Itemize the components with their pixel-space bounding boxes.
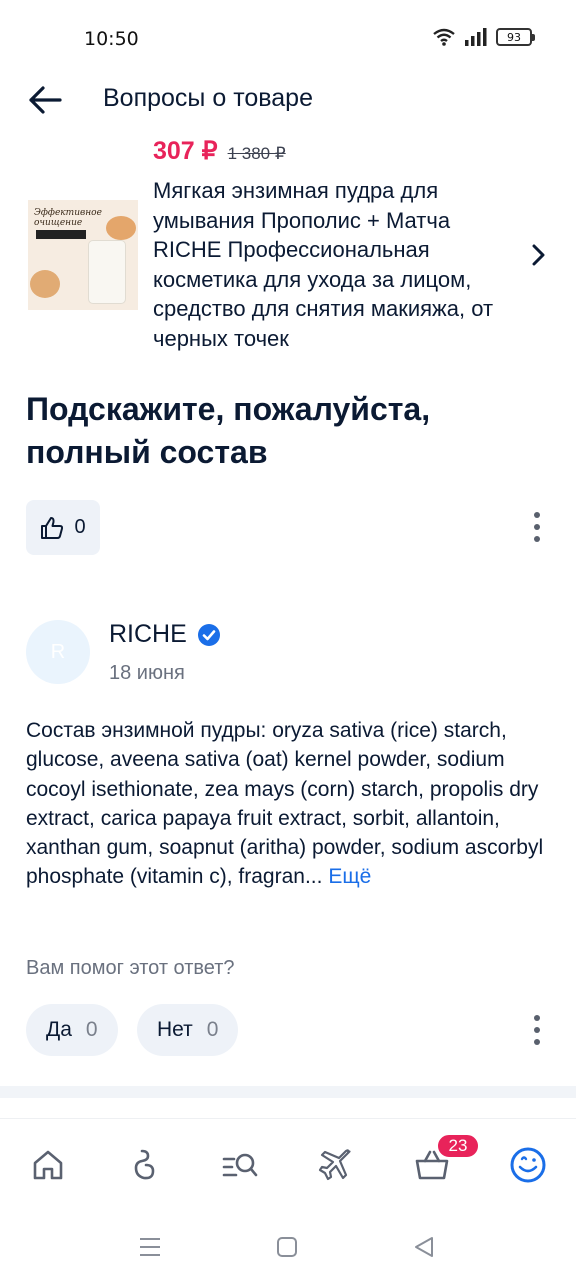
back-button[interactable]	[26, 84, 64, 116]
battery-level: 93	[507, 30, 521, 44]
vote-yes-label: Да	[46, 1018, 72, 1041]
nav-brand[interactable]	[122, 1143, 166, 1187]
product-arrow[interactable]	[528, 243, 548, 267]
vote-no-label: Нет	[157, 1018, 193, 1041]
verified-check-icon	[197, 623, 220, 646]
question-more-button[interactable]	[525, 507, 549, 547]
chevron-right-icon	[532, 244, 545, 266]
avatar: R	[26, 620, 90, 684]
answer-author: RICHE	[109, 620, 221, 649]
dot	[534, 1027, 540, 1033]
show-more-link[interactable]: Ещё	[328, 865, 371, 888]
nav-catalog[interactable]	[218, 1143, 262, 1187]
profile-icon	[510, 1147, 546, 1183]
status-time: 10:50	[84, 28, 139, 50]
like-count: 0	[74, 516, 86, 538]
dot	[534, 1039, 540, 1045]
menu-icon	[140, 1238, 160, 1256]
helpful-question: Вам помог этот ответ?	[26, 957, 235, 979]
price-current: 307 ₽	[153, 137, 218, 165]
answer-text: Состав энзимной пудры: oryza sativa (ric…	[26, 716, 550, 892]
dot	[534, 524, 540, 530]
cart-badge: 23	[436, 1133, 480, 1159]
price-old: 1 380 ₽	[227, 144, 286, 163]
signal-icon	[465, 28, 487, 46]
section-divider	[0, 1086, 576, 1098]
wifi-icon	[433, 28, 455, 46]
question-like-button[interactable]: 0	[26, 500, 100, 555]
product-image-tag	[36, 230, 86, 239]
product-card[interactable]: 307 ₽ 1 380 ₽ Эффективное очищение Мягка…	[0, 136, 576, 361]
vote-yes-button[interactable]: Да 0	[26, 1004, 118, 1056]
system-nav	[0, 1218, 576, 1280]
system-back-button[interactable]	[411, 1234, 437, 1260]
answer-more-button[interactable]	[525, 1010, 549, 1050]
answer-date: 18 июня	[109, 662, 185, 684]
nav-home[interactable]	[26, 1143, 70, 1187]
thumbs-up-icon	[41, 516, 64, 539]
nav-profile[interactable]	[506, 1143, 550, 1187]
status-icons: 93	[432, 28, 535, 46]
home-icon	[33, 1150, 63, 1180]
status-bar: 10:50 93	[0, 0, 576, 78]
bottom-nav: 23	[0, 1118, 576, 1218]
brand-icon	[134, 1149, 155, 1180]
product-image-jar	[88, 240, 126, 304]
vote-no-button[interactable]: Нет 0	[137, 1004, 239, 1056]
question-title: Подскажите, пожалуйста, полный состав	[26, 391, 431, 470]
vote-yes-count: 0	[85, 1018, 98, 1041]
product-image-text: Эффективное очищение	[34, 208, 102, 228]
image-orange-decor-2	[30, 270, 60, 298]
home-square-icon	[277, 1237, 297, 1257]
answer-body: Состав энзимной пудры: oryza sativa (ric…	[26, 719, 544, 889]
battery-icon: 93	[496, 28, 535, 46]
header: Вопросы о товаре	[0, 78, 576, 122]
avatar-letter: R	[50, 640, 66, 663]
dot	[534, 1015, 540, 1021]
dot	[534, 536, 540, 542]
vote-no-count: 0	[206, 1018, 219, 1041]
dot	[534, 512, 540, 518]
back-triangle-icon	[415, 1237, 433, 1257]
system-menu-button[interactable]	[137, 1234, 163, 1260]
price-row: 307 ₽ 1 380 ₽	[153, 136, 286, 166]
page-title: Вопросы о товаре	[103, 84, 313, 112]
nav-travel[interactable]	[314, 1143, 358, 1187]
author-name: RICHE	[109, 620, 187, 648]
travel-plane-icon	[318, 1149, 351, 1181]
product-image[interactable]: Эффективное очищение	[28, 200, 138, 310]
catalog-search-icon	[222, 1153, 258, 1177]
product-name: Мягкая энзимная пудра для умывания Пропо…	[153, 178, 494, 351]
arrow-left-icon	[29, 86, 62, 114]
system-home-button[interactable]	[274, 1234, 300, 1260]
